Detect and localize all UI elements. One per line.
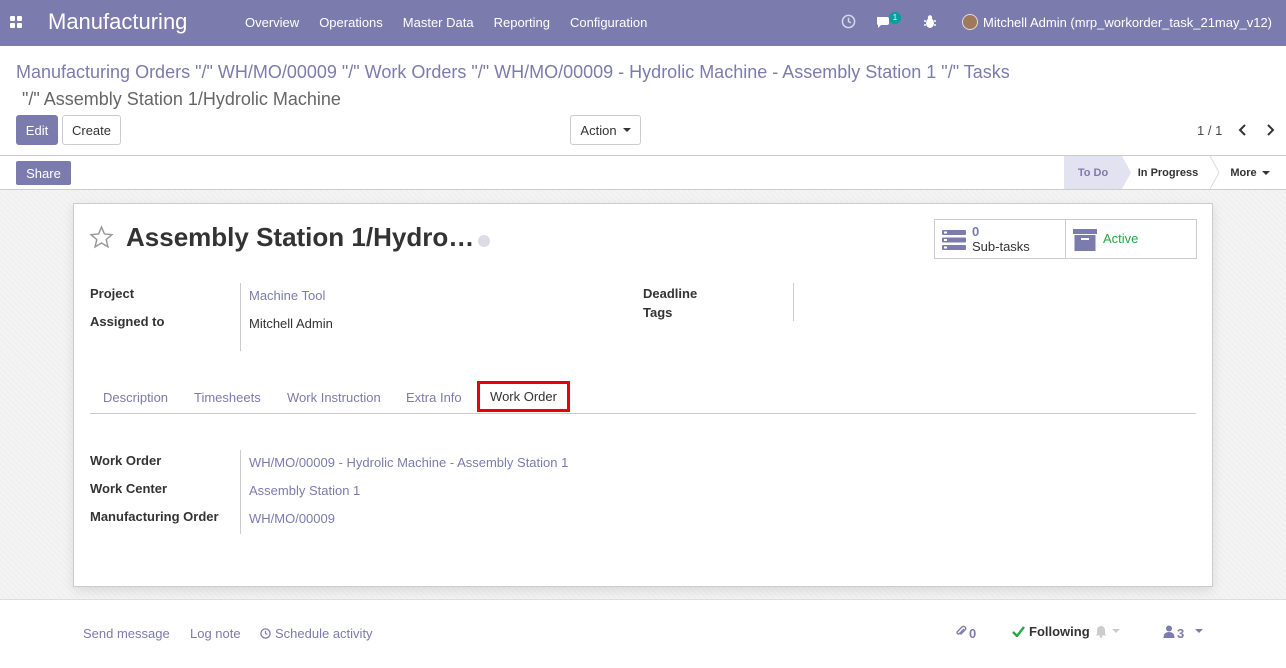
- project-label: Project: [90, 286, 135, 301]
- main-menu: Overview Operations Master Data Reportin…: [235, 15, 657, 30]
- field-divider: [240, 450, 241, 534]
- assigned-to-label: Assigned to: [90, 314, 165, 329]
- breadcrumb-links[interactable]: Manufacturing Orders "/" WH/MO/00009 "/"…: [16, 62, 1010, 82]
- active-toggle-button[interactable]: Active: [1065, 219, 1197, 259]
- attachment-count[interactable]: 0: [969, 626, 976, 641]
- caret-down-icon[interactable]: [1195, 629, 1203, 633]
- edit-button[interactable]: Edit: [16, 115, 58, 145]
- messages-badge: 1: [889, 12, 901, 24]
- breadcrumb-current: "/" Assembly Station 1/Hydrolic Machine: [22, 89, 341, 109]
- assigned-to-field[interactable]: Mitchell Admin: [249, 316, 333, 331]
- notebook-tabs: Description Timesheets Work Instruction …: [90, 384, 1196, 414]
- pager-value[interactable]: 1 / 1: [1197, 123, 1222, 138]
- active-label: Active: [1103, 231, 1139, 246]
- deadline-label: Deadline: [643, 286, 698, 301]
- tab-timesheets[interactable]: Timesheets: [194, 390, 261, 405]
- caret-down-icon[interactable]: [1112, 629, 1120, 633]
- work-center-label: Work Center: [90, 481, 168, 496]
- clock-icon[interactable]: [841, 14, 856, 29]
- send-message-button[interactable]: Send message: [83, 626, 170, 641]
- create-button[interactable]: Create: [62, 115, 121, 145]
- menu-item-operations[interactable]: Operations: [309, 15, 393, 30]
- pager-previous-icon[interactable]: [1236, 122, 1250, 138]
- app-title[interactable]: Manufacturing: [48, 9, 187, 35]
- breadcrumb: Manufacturing Orders "/" WH/MO/00009 "/"…: [16, 59, 1096, 113]
- archive-icon: [1073, 229, 1097, 251]
- field-divider: [793, 283, 794, 321]
- record-title: Assembly Station 1/Hydro…: [126, 222, 475, 252]
- subtasks-count: 0: [972, 224, 980, 239]
- bug-icon[interactable]: [923, 14, 937, 30]
- menu-item-overview[interactable]: Overview: [235, 15, 309, 30]
- kanban-state-icon[interactable]: [478, 235, 490, 247]
- stage-more-label: More: [1230, 166, 1257, 179]
- stage-in-progress[interactable]: In Progress: [1122, 156, 1214, 189]
- status-bar: Share To Do In Progress More: [0, 155, 1286, 190]
- followers-count[interactable]: 3: [1177, 626, 1184, 641]
- schedule-activity-button[interactable]: Schedule activity: [275, 626, 373, 641]
- menu-item-reporting[interactable]: Reporting: [484, 15, 560, 30]
- project-field[interactable]: Machine Tool: [249, 288, 325, 303]
- top-navbar: Manufacturing Overview Operations Master…: [0, 0, 1286, 46]
- clock-icon: [260, 628, 271, 639]
- user-name: Mitchell Admin (mrp_workorder_task_21may…: [983, 14, 1273, 30]
- tab-work-instruction[interactable]: Work Instruction: [287, 390, 381, 405]
- tab-description[interactable]: Description: [103, 390, 168, 405]
- following-button[interactable]: Following: [1029, 624, 1090, 639]
- menu-item-configuration[interactable]: Configuration: [560, 15, 657, 30]
- caret-down-icon: [1261, 170, 1270, 175]
- stage-more[interactable]: More: [1214, 156, 1286, 189]
- subtasks-button[interactable]: 0 Sub-tasks: [934, 219, 1066, 259]
- tab-work-order[interactable]: Work Order: [477, 381, 570, 412]
- log-note-button[interactable]: Log note: [190, 626, 241, 641]
- action-label: Action: [580, 122, 617, 138]
- tasks-icon: [942, 230, 966, 250]
- menu-item-master-data[interactable]: Master Data: [393, 15, 484, 30]
- followers-icon[interactable]: [1163, 625, 1175, 638]
- avatar: [962, 14, 978, 30]
- field-divider: [240, 283, 241, 351]
- bell-icon[interactable]: [1095, 625, 1107, 638]
- manufacturing-order-label: Manufacturing Order: [90, 509, 219, 524]
- paperclip-icon[interactable]: [955, 625, 967, 638]
- star-icon[interactable]: [89, 225, 114, 250]
- tab-extra-info[interactable]: Extra Info: [406, 390, 462, 405]
- user-menu[interactable]: Mitchell Admin (mrp_workorder_task_21may…: [962, 14, 1272, 30]
- tags-label: Tags: [643, 305, 673, 320]
- work-order-field[interactable]: WH/MO/00009 - Hydrolic Machine - Assembl…: [249, 455, 568, 470]
- subtasks-label: Sub-tasks: [972, 239, 1030, 254]
- action-button[interactable]: Action: [570, 115, 641, 145]
- work-center-field[interactable]: Assembly Station 1: [249, 483, 360, 498]
- chatter-divider: [0, 599, 1286, 600]
- check-icon: [1012, 626, 1025, 637]
- work-order-label: Work Order: [90, 453, 162, 468]
- apps-menu-icon[interactable]: [10, 16, 24, 30]
- stage-todo[interactable]: To Do: [1064, 156, 1122, 189]
- pager-next-icon[interactable]: [1263, 122, 1277, 138]
- share-button[interactable]: Share: [16, 161, 71, 185]
- caret-down-icon: [622, 128, 631, 132]
- manufacturing-order-field[interactable]: WH/MO/00009: [249, 511, 335, 526]
